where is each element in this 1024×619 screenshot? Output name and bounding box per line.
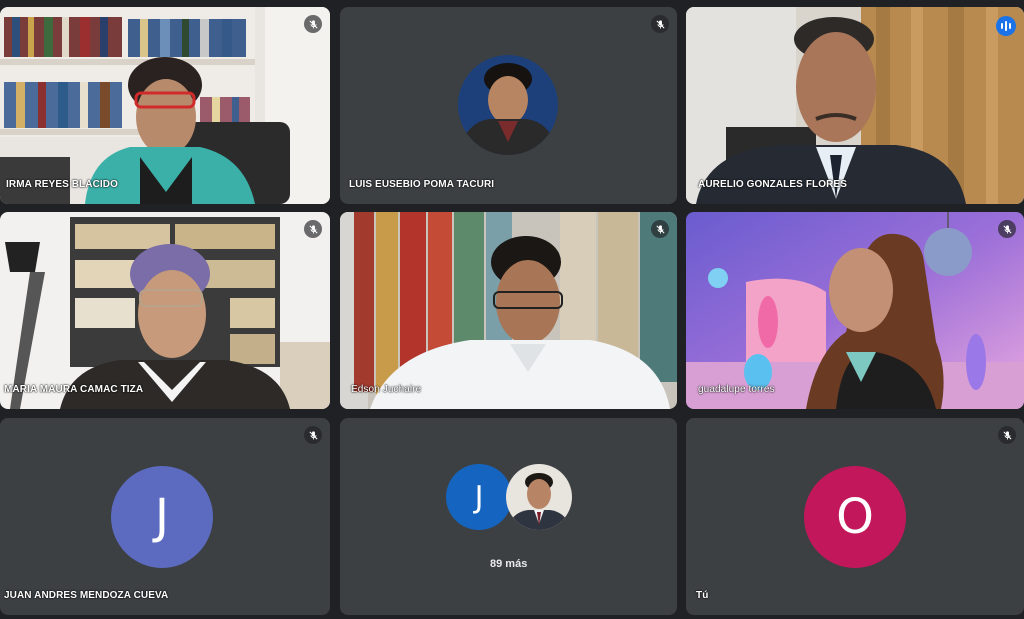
avatar-initial: O (836, 489, 874, 545)
meeting-grid: IRMA REYES BLACIDO LUIS EUSEBIO POMA TAC… (0, 0, 1024, 619)
mic-off-icon (651, 220, 669, 238)
avatar: J (111, 466, 213, 568)
audio-level-icon (996, 16, 1016, 36)
avatar (458, 55, 558, 155)
avatar-initial: J (474, 479, 484, 515)
participant-name: JUAN ANDRES MENDOZA CUEVA (4, 590, 169, 601)
more-participants-tile[interactable]: J 89 más (340, 418, 677, 615)
participant-tile[interactable]: IRMA REYES BLACIDO (0, 7, 330, 204)
mic-off-icon (998, 220, 1016, 238)
video-feed (0, 212, 330, 409)
more-participants-count: 89 más (490, 558, 528, 570)
mic-off-icon (304, 426, 322, 444)
mic-off-icon (304, 15, 322, 33)
mic-off-icon (651, 15, 669, 33)
participant-name: MARIA MAURA CAMAC TIZA (4, 384, 144, 395)
participant-name: LUIS EUSEBIO POMA TACURI (349, 179, 495, 190)
participant-tile-speaking[interactable]: AURELIO GONZALES FLORES (686, 7, 1024, 204)
participant-name: Tú (696, 590, 709, 601)
avatar: J (446, 464, 512, 530)
participant-tile[interactable]: J JUAN ANDRES MENDOZA CUEVA (0, 418, 330, 615)
participant-name: guadalupe torres (698, 384, 775, 395)
self-tile[interactable]: O Tú (686, 418, 1024, 615)
mic-off-icon (304, 220, 322, 238)
participant-name: AURELIO GONZALES FLORES (698, 179, 847, 190)
participant-name: Edson Juchaire (351, 384, 422, 395)
participant-tile[interactable]: MARIA MAURA CAMAC TIZA (0, 212, 330, 409)
avatar-initial: J (154, 489, 170, 545)
participant-tile[interactable]: Edson Juchaire (340, 212, 677, 409)
video-feed (686, 212, 1024, 409)
video-feed (686, 7, 1024, 204)
video-feed (340, 212, 677, 409)
participant-tile[interactable]: LUIS EUSEBIO POMA TACURI (340, 7, 677, 204)
video-feed (0, 7, 330, 204)
avatar: O (804, 466, 906, 568)
mic-off-icon (998, 426, 1016, 444)
participant-tile[interactable]: guadalupe torres (686, 212, 1024, 409)
participant-name: IRMA REYES BLACIDO (6, 179, 118, 190)
avatar (506, 464, 572, 530)
